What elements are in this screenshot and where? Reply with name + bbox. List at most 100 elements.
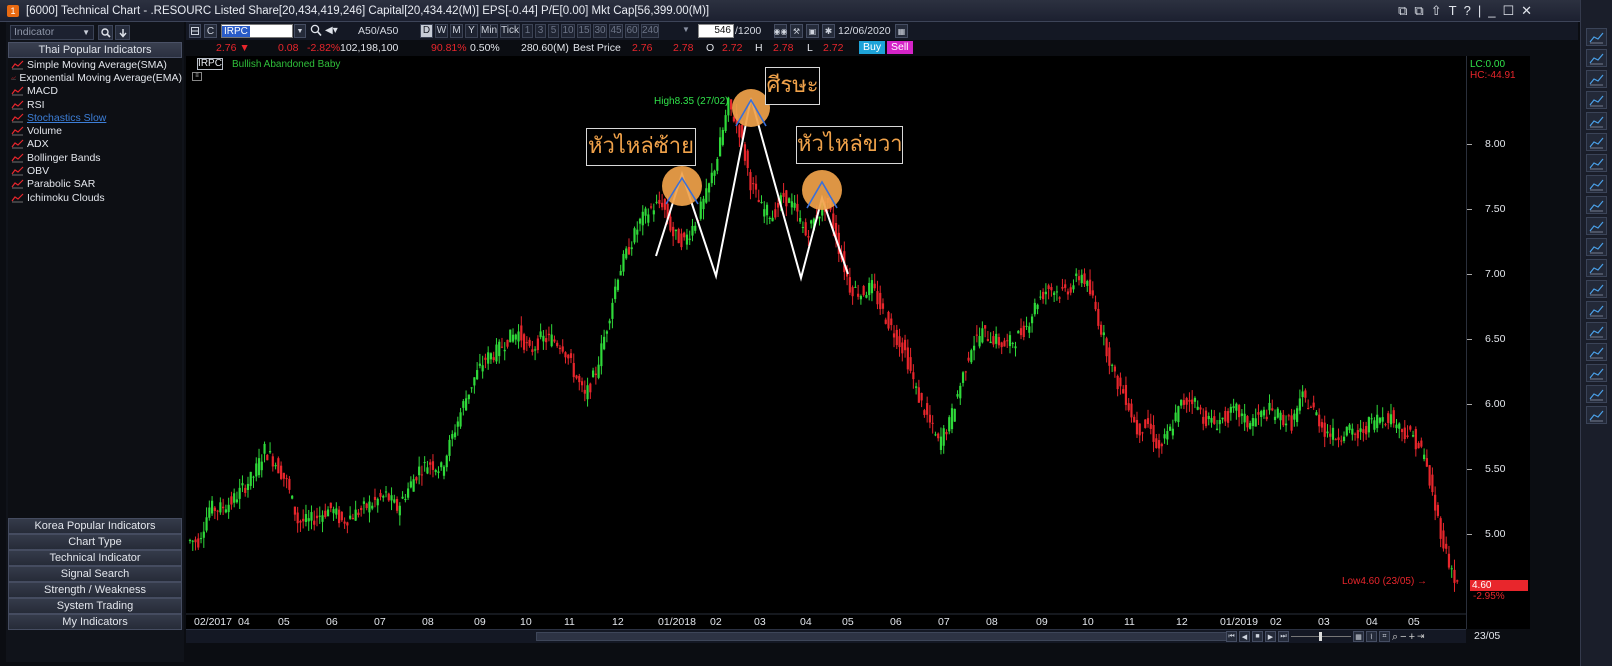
- window-copy-icon[interactable]: ⧉: [1414, 3, 1423, 19]
- period-tick[interactable]: Tick: [500, 24, 520, 38]
- scroll-prev-icon[interactable]: ◀: [1239, 631, 1250, 642]
- scroll-first-icon[interactable]: ⏮: [1226, 631, 1237, 642]
- indicator-item-obv[interactable]: OBV: [8, 164, 182, 177]
- minimize-button[interactable]: _: [1488, 3, 1495, 19]
- trend-line-tool-icon[interactable]: [1586, 49, 1607, 67]
- arrow-right-icon[interactable]: ⇥: [1417, 631, 1425, 644]
- indicator-item-adx[interactable]: ADX: [8, 138, 182, 151]
- indicator-item-sma[interactable]: Simple Moving Average(SMA): [8, 58, 182, 71]
- scroll-stop-icon[interactable]: ■: [1252, 631, 1263, 642]
- group-signal-search[interactable]: Signal Search: [8, 566, 182, 582]
- text-tool-icon[interactable]: [1586, 343, 1607, 361]
- triangle-tool-icon[interactable]: [1586, 301, 1607, 319]
- scroll-next-icon[interactable]: ▶: [1265, 631, 1276, 642]
- group-thai-popular-indicators[interactable]: Thai Popular Indicators: [8, 42, 182, 58]
- binoculars-icon[interactable]: ◉◉: [774, 24, 787, 38]
- group-strength-weakness[interactable]: Strength / Weakness: [8, 582, 182, 598]
- zoom-out-icon[interactable]: −: [1400, 631, 1406, 644]
- speaker-icon[interactable]: ◀▾: [325, 25, 338, 36]
- zoom-in-icon[interactable]: +: [1409, 631, 1415, 644]
- search-icon[interactable]: [310, 24, 322, 40]
- period-60[interactable]: 60: [625, 24, 639, 38]
- period-30[interactable]: 30: [593, 24, 607, 38]
- help-icon[interactable]: ?: [1464, 3, 1471, 19]
- period-y[interactable]: Y: [465, 24, 478, 38]
- maximize-button[interactable]: ☐: [1502, 3, 1514, 19]
- symbol-input[interactable]: IRPC: [221, 24, 293, 38]
- ellipse-tool-icon[interactable]: [1586, 280, 1607, 298]
- download-button[interactable]: [115, 25, 130, 40]
- vertical-line-tool-icon[interactable]: [1586, 112, 1607, 130]
- period-45[interactable]: 45: [609, 24, 623, 38]
- candle-body: [1047, 285, 1050, 290]
- gear-icon[interactable]: ✱: [822, 24, 835, 38]
- search-button[interactable]: [98, 25, 113, 40]
- period-min[interactable]: Min: [480, 24, 498, 38]
- period-w[interactable]: W: [435, 24, 448, 38]
- group-system-trading[interactable]: System Trading: [8, 598, 182, 614]
- chart-settings-icon[interactable]: ⚒: [790, 24, 803, 38]
- group-technical-indicator[interactable]: Technical Indicator: [8, 550, 182, 566]
- zoom-slider[interactable]: [1291, 631, 1351, 642]
- ray-line-tool-icon[interactable]: [1586, 70, 1607, 88]
- close-button[interactable]: ✕: [1521, 3, 1532, 19]
- sell-button[interactable]: Sell: [887, 41, 913, 54]
- arrow-tool-icon[interactable]: [1586, 322, 1607, 340]
- indicator-item-macd[interactable]: MACD: [8, 85, 182, 98]
- chart-area-icon[interactable]: ⌗: [1379, 631, 1390, 642]
- group-korea-popular-indicators[interactable]: Korea Popular Indicators: [8, 518, 182, 534]
- buy-button[interactable]: Buy: [859, 41, 886, 54]
- indicator-item-ema[interactable]: Exponential Moving Average(EMA): [8, 71, 182, 84]
- candle-body: [1367, 417, 1370, 433]
- scroll-thumb[interactable]: [536, 632, 1236, 641]
- delete-all-tool-icon[interactable]: [1586, 406, 1607, 424]
- chart-menu-button[interactable]: [189, 24, 201, 38]
- period-1[interactable]: 1: [522, 24, 533, 38]
- period-5[interactable]: 5: [548, 24, 559, 38]
- period-dropdown[interactable]: ▼: [682, 25, 690, 34]
- group-chart-type[interactable]: Chart Type: [8, 534, 182, 550]
- period-10[interactable]: 10: [561, 24, 575, 38]
- code-button[interactable]: C: [204, 24, 217, 38]
- arc-tool-icon[interactable]: [1586, 238, 1607, 256]
- period-3[interactable]: 3: [535, 24, 546, 38]
- bar-count-input[interactable]: 546: [698, 24, 734, 38]
- grid-icon[interactable]: ▦: [1353, 631, 1364, 642]
- eraser-tool-icon[interactable]: [1586, 385, 1607, 403]
- scroll-last-icon[interactable]: ⏭: [1278, 631, 1289, 642]
- horizontal-line-tool-icon[interactable]: [1586, 91, 1607, 109]
- signal-tool-icon[interactable]: [1586, 364, 1607, 382]
- candle-body: [1331, 427, 1335, 440]
- period-240[interactable]: 240: [641, 24, 659, 38]
- chart-line-icon[interactable]: ⌇: [1366, 631, 1377, 642]
- channel-tool-icon[interactable]: [1586, 133, 1607, 151]
- symbol-dropdown[interactable]: ▼: [294, 24, 306, 38]
- font-icon[interactable]: T: [1449, 3, 1457, 19]
- save-icon[interactable]: ▣: [806, 24, 819, 38]
- period-m[interactable]: M: [450, 24, 463, 38]
- indicator-selector[interactable]: Indicator ▼: [10, 25, 94, 40]
- indicator-item-ichimoku[interactable]: Ichimoku Clouds: [8, 191, 182, 204]
- pitchfork-tool-icon[interactable]: [1586, 196, 1607, 214]
- indicator-item-rsi[interactable]: RSI: [8, 98, 182, 111]
- group-my-indicators[interactable]: My Indicators: [8, 614, 182, 630]
- search-icon[interactable]: ⌕: [1392, 631, 1398, 644]
- window-tile-icon[interactable]: ⧉: [1398, 3, 1407, 19]
- candle-body: [1036, 304, 1039, 310]
- indicator-item-bollinger[interactable]: Bollinger Bands: [8, 151, 182, 164]
- indicator-item-stoch[interactable]: Stochastics Slow: [8, 111, 182, 124]
- cycle-tool-icon[interactable]: [1586, 217, 1607, 235]
- rectangle-tool-icon[interactable]: [1586, 259, 1607, 277]
- chart-scrollbar[interactable]: ⏮ ◀ ■ ▶ ⏭ ▦ ⌇ ⌗ ⌕ − + ⇥: [186, 629, 1530, 643]
- crosshair-tool-icon[interactable]: [1586, 28, 1607, 46]
- pin-icon[interactable]: ⇧: [1431, 3, 1442, 19]
- indicator-item-psar[interactable]: Parabolic SAR: [8, 178, 182, 191]
- indicator-item-volume[interactable]: Volume: [8, 124, 182, 137]
- collapse-icon[interactable]: ≡: [192, 72, 202, 81]
- period-d[interactable]: D: [420, 24, 433, 38]
- gann-tool-icon[interactable]: [1586, 175, 1607, 193]
- period-15[interactable]: 15: [577, 24, 591, 38]
- calendar-icon[interactable]: ▦: [895, 24, 908, 38]
- title-bar: 1 [6000] Technical Chart - .RESOURC List…: [0, 0, 1612, 22]
- fibonacci-tool-icon[interactable]: [1586, 154, 1607, 172]
